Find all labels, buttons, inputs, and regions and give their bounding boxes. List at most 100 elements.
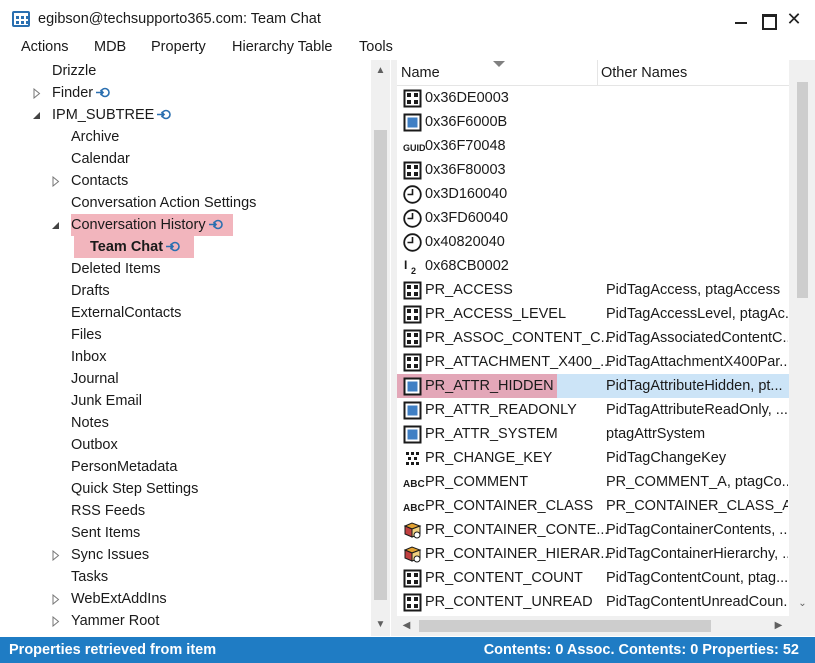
tree-item[interactable]: Journal <box>71 368 119 390</box>
property-row[interactable]: PR_CONTENT_COUNT PidTagContentCount, ptag… <box>397 566 789 590</box>
tree-item[interactable]: Drizzle <box>52 60 96 82</box>
tree-item[interactable]: Yammer Root <box>71 610 159 632</box>
property-name: 0x36F70048 <box>425 138 506 154</box>
menu-hierarchy-table[interactable]: Hierarchy Table <box>232 39 332 55</box>
tree-item-label: Yammer Root <box>71 613 160 629</box>
tree-item[interactable]: Archive <box>71 126 119 148</box>
property-row[interactable]: ABC PR_CONTAINER_CLASS PR_CONTAINER_CLASS_… <box>397 494 789 518</box>
list-vertical-scrollbar[interactable]: ⌄ <box>789 60 815 616</box>
tree-item[interactable]: Quick Step Settings <box>71 478 198 500</box>
property-row-selected[interactable]: PR_ATTR_HIDDEN PidTagAttributeHidden, pt.… <box>397 374 789 398</box>
collapse-arrow-icon[interactable] <box>51 221 61 231</box>
list-vscroll-thumb[interactable] <box>797 82 808 298</box>
property-row[interactable]: PR_CONTAINER_HIERAR... PidTagContainerHie… <box>397 542 789 566</box>
tree-item-label: Notes <box>71 415 109 431</box>
property-row[interactable]: 0x3FD60040 <box>397 206 789 230</box>
boolean-icon <box>403 401 422 420</box>
tree-item[interactable]: Notes <box>71 412 109 434</box>
property-other-names: PidTagAccess, ptagAccess <box>606 282 781 298</box>
tree-item[interactable]: Sync Issues <box>71 544 149 566</box>
expand-arrow-icon[interactable] <box>52 594 62 606</box>
tree-item[interactable]: PersonMetadata <box>71 456 177 478</box>
tree-scrollbar[interactable]: ▲ ▼ <box>371 60 390 636</box>
tree-item-label: RSS Feeds <box>71 503 146 519</box>
tree-item[interactable]: Junk Email <box>71 390 142 412</box>
property-row[interactable]: ABC PR_COMMENT PR_COMMENT_A, ptagCo... <box>397 470 789 494</box>
list-horizontal-scrollbar[interactable]: ◀ ▶ <box>397 616 789 636</box>
integer-icon <box>403 161 422 180</box>
property-row[interactable]: PR_ATTR_READONLY PidTagAttributeReadOnly,… <box>397 398 789 422</box>
property-row[interactable]: 0x36DE0003 <box>397 86 789 110</box>
tree-item[interactable]: Contacts <box>71 170 128 192</box>
column-header-other-names[interactable]: Other Names <box>601 65 687 81</box>
tree-item[interactable]: ExternalContacts <box>71 302 181 324</box>
property-name: 0x68CB0002 <box>425 258 509 274</box>
scroll-right-arrow-icon[interactable]: ▶ <box>769 617 788 635</box>
column-separator[interactable] <box>597 60 598 86</box>
tree-item-selected[interactable]: Team Chat <box>74 236 195 258</box>
tree-item[interactable]: Outbox <box>71 434 118 456</box>
binary-icon <box>403 449 422 468</box>
property-name: PR_ATTR_HIDDEN <box>425 378 554 394</box>
menu-mdb[interactable]: MDB <box>94 39 126 55</box>
list-hscroll-thumb[interactable] <box>419 620 711 632</box>
property-row[interactable]: 0x40820040 <box>397 230 789 254</box>
integer-icon <box>403 281 422 300</box>
tree-scroll-thumb[interactable] <box>374 130 387 600</box>
property-row[interactable]: PR_ACCESS_LEVEL PidTagAccessLevel, ptagAc… <box>397 302 789 326</box>
menu-property[interactable]: Property <box>151 39 206 55</box>
collapse-arrow-icon[interactable] <box>32 111 42 121</box>
tree-item[interactable]: IPM_SUBTREE <box>52 104 172 126</box>
window-title: egibson@techsupporto365.com: Team Chat <box>38 11 321 27</box>
boolean-icon <box>403 113 422 132</box>
close-button[interactable]: ✕ <box>782 7 806 31</box>
property-row[interactable]: PR_ATTACHMENT_X400_... PidTagAttachmentX4… <box>397 350 789 374</box>
expand-arrow-icon[interactable] <box>52 616 62 628</box>
tree-item[interactable]: Sent Items <box>71 522 140 544</box>
property-row[interactable]: PR_ASSOC_CONTENT_C... PidTagAssociatedCon… <box>397 326 789 350</box>
tree-item[interactable]: Deleted Items <box>71 258 160 280</box>
menu-tools[interactable]: Tools <box>359 39 393 55</box>
property-row[interactable]: PR_ATTR_SYSTEM ptagAttrSystem <box>397 422 789 446</box>
scroll-down-arrow-icon[interactable]: ⌄ <box>793 595 812 613</box>
tree-item-label: Junk Email <box>71 393 142 409</box>
maximize-button[interactable] <box>756 7 780 31</box>
menu-actions[interactable]: Actions <box>21 39 69 55</box>
property-other-names: PidTagContainerContents, ... <box>606 522 788 538</box>
tree-item[interactable]: Calendar <box>71 148 130 170</box>
property-row[interactable]: GUID 0x36F70048 <box>397 134 789 158</box>
scroll-up-arrow-icon[interactable]: ▲ <box>371 62 390 80</box>
tree-item[interactable]: RSS Feeds <box>71 500 145 522</box>
tree-item[interactable]: Files <box>71 324 102 346</box>
property-row[interactable]: 0x36F6000B <box>397 110 789 134</box>
boolean-icon <box>403 425 422 444</box>
title-bar: egibson@techsupporto365.com: Team Chat ✕ <box>0 0 815 38</box>
expand-arrow-icon[interactable] <box>33 88 43 100</box>
property-row[interactable]: PR_CHANGE_KEY PidTagChangeKey <box>397 446 789 470</box>
tree-item[interactable]: Conversation Action Settings <box>71 192 256 214</box>
property-row[interactable]: I 2 0x68CB0002 <box>397 254 789 278</box>
scroll-down-arrow-icon[interactable]: ▼ <box>371 616 390 634</box>
tree-item[interactable]: WebExtAddIns <box>71 588 167 610</box>
property-name: PR_ACCESS <box>425 282 513 298</box>
property-row[interactable]: PR_CONTENT_UNREAD PidTagContentUnreadCoun… <box>397 590 789 614</box>
tree-item[interactable]: Finder <box>52 82 110 104</box>
tree-item-parent[interactable]: Conversation History <box>71 214 233 236</box>
property-row[interactable]: PR_ACCESS PidTagAccess, ptagAccess <box>397 278 789 302</box>
property-row[interactable]: 0x36F80003 <box>397 158 789 182</box>
column-header-name[interactable]: Name <box>401 65 440 81</box>
expand-arrow-icon[interactable] <box>52 550 62 562</box>
tree-item-label: Files <box>71 327 102 343</box>
tree-item[interactable]: Tasks <box>71 566 108 588</box>
property-row[interactable]: PR_CONTAINER_CONTE... PidTagContainerCont… <box>397 518 789 542</box>
minimize-button[interactable] <box>729 7 753 31</box>
property-name: PR_CONTENT_COUNT <box>425 570 583 586</box>
object-icon <box>403 545 422 564</box>
tree-item[interactable]: Drafts <box>71 280 110 302</box>
expand-arrow-icon[interactable] <box>52 176 62 188</box>
property-row[interactable]: 0x3D160040 <box>397 182 789 206</box>
search-folder-link-icon <box>96 83 110 105</box>
tree-item-label: Archive <box>71 129 120 145</box>
scroll-left-arrow-icon[interactable]: ◀ <box>397 617 416 635</box>
tree-item[interactable]: Inbox <box>71 346 106 368</box>
